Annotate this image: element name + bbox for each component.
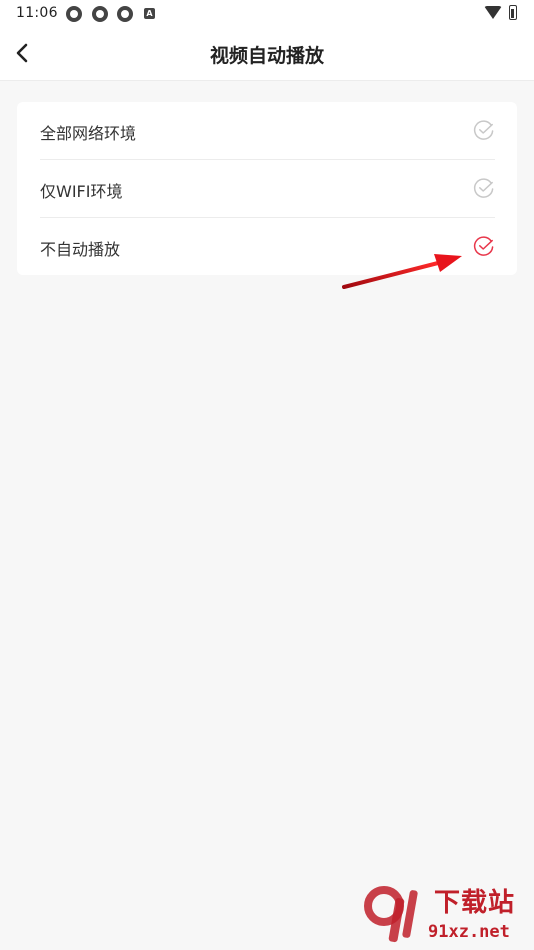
annotation-arrow-icon xyxy=(342,254,462,289)
check-circle-selected-icon xyxy=(473,236,494,256)
status-bar: 11:06 A xyxy=(0,0,534,26)
battery-icon xyxy=(509,5,517,20)
option-label: 仅WIFI环境 xyxy=(40,182,123,201)
option-label: 不自动播放 xyxy=(40,240,121,259)
a-notification-icon: A xyxy=(144,8,155,19)
app-notification-icon xyxy=(66,6,82,22)
check-circle-icon xyxy=(473,178,494,198)
option-label: 全部网络环境 xyxy=(40,124,137,143)
app-notification-icon xyxy=(92,6,108,22)
wifi-icon xyxy=(484,6,502,19)
watermark-text: 下载站 xyxy=(434,888,516,918)
option-all-networks[interactable]: 全部网络环境 xyxy=(17,102,517,159)
check-circle-icon xyxy=(473,120,494,140)
status-time: 11:06 xyxy=(16,5,58,21)
title-bar: 视频自动播放 xyxy=(0,26,534,81)
watermark-logo-icon xyxy=(364,886,418,943)
watermark: 下载站 91xz.net xyxy=(358,880,534,950)
app-notification-icon xyxy=(117,6,133,22)
option-wifi-only[interactable]: 仅WIFI环境 xyxy=(17,160,517,217)
watermark-url: 91xz.net xyxy=(428,922,510,942)
page-title: 视频自动播放 xyxy=(209,45,324,67)
